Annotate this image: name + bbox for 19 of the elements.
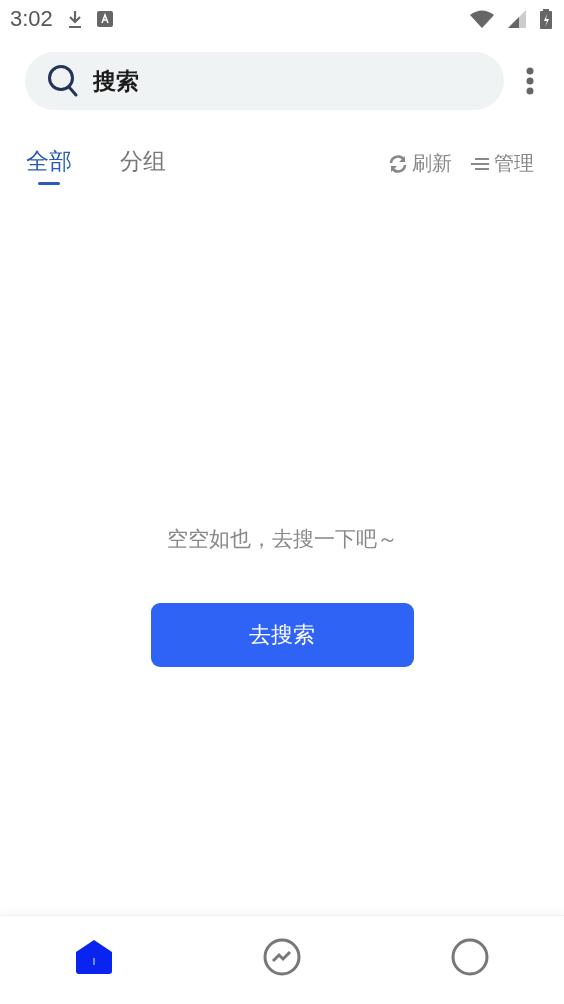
- download-icon: [66, 9, 83, 29]
- signal-icon: [508, 10, 526, 28]
- manage-button[interactable]: 管理: [470, 150, 534, 177]
- more-icon[interactable]: [526, 67, 534, 95]
- clock: 3:02: [10, 6, 53, 32]
- home-icon[interactable]: [75, 939, 113, 975]
- empty-message: 空空如也，去搜一下吧～: [166, 526, 398, 553]
- trend-icon[interactable]: [263, 938, 301, 976]
- search-button[interactable]: 去搜索: [150, 603, 414, 667]
- tab[interactable]: 全部: [24, 140, 74, 187]
- tab[interactable]: 分组: [118, 140, 168, 187]
- refresh-button[interactable]: 刷新: [388, 150, 452, 177]
- refresh-icon: [388, 153, 408, 174]
- app-notification-icon: [96, 11, 113, 27]
- profile-icon[interactable]: [451, 938, 489, 976]
- wifi-icon: [470, 10, 494, 28]
- list-icon: [470, 155, 490, 172]
- search-field[interactable]: 搜索: [25, 52, 504, 110]
- battery-icon: [540, 9, 552, 29]
